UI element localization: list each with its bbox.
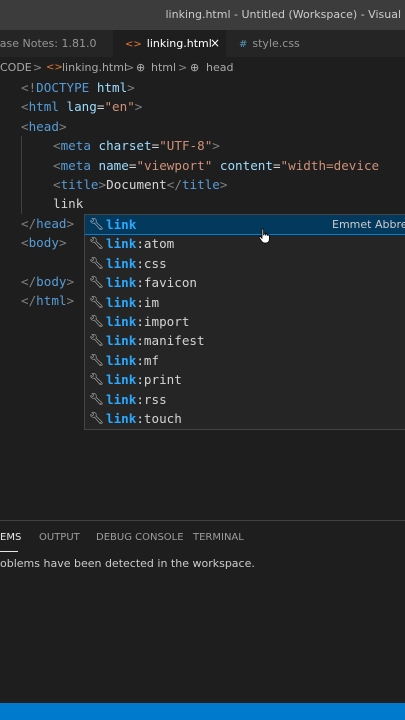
chevron-right-icon: > [33,61,43,74]
suggestion-item[interactable]: 🔧︎ link:manifest [85,331,405,350]
tab-label: linking.html [146,37,212,50]
code-line-5: <meta name="viewport" content="width=dev… [53,157,380,173]
suggestion-item[interactable]: 🔧︎ link:print [85,370,405,389]
tab-debug-console[interactable]: DEBUG CONSOLE [96,532,184,543]
panel-border [0,520,405,521]
wrench-icon: 🔧︎ [89,333,105,348]
suggestion-item[interactable]: 🔧︎ link:favicon [85,273,405,292]
code-line-6: <title>Document</title> [53,177,228,192]
suggestion-detail: Emmet Abbre [332,218,405,231]
code-line-11: </body> [21,274,75,289]
suggestion-item[interactable]: 🔧︎ link:im [85,293,405,312]
code-line-2: <html lang="en"> [21,99,143,115]
code-line-9: <body> [21,235,67,251]
tab-style-css[interactable]: # style.css [227,30,327,57]
tab-linking-html[interactable]: <> linking.html × [113,30,226,57]
html-file-icon: <> [46,62,63,73]
wrench-icon: 🔧︎ [89,391,105,406]
editor-tab-bar: ease Notes: 1.81.0 <> linking.html × # sty… [0,30,405,57]
wrench-icon: 🔧︎ [89,236,105,251]
wrench-icon: 🔧︎ [89,275,105,290]
suggestion-item[interactable]: 🔧︎ link:atom [85,234,405,253]
wrench-icon: 🔧︎ [89,217,105,231]
code-line-1: <!DOCTYPE html> [21,80,135,95]
html-file-icon: <> [125,39,142,50]
suggestion-item[interactable]: 🔧︎ link:css [85,254,405,273]
css-file-icon: # [239,39,248,50]
breadcrumb-folder[interactable]: CODE [0,57,32,78]
tab-label: style.css [252,37,300,50]
suggestion-item[interactable]: 🔧︎ link:mf [85,351,405,370]
wrench-icon: 🔧︎ [89,314,105,328]
wrench-icon: 🔧︎ [89,372,105,387]
element-icon: ⊕ [136,61,146,74]
suggestion-item[interactable]: 🔧︎ link:touch [85,409,405,428]
code-line-7: link [53,196,84,212]
tab-label: ease Notes: 1.81.0 [0,37,97,50]
suggestion-item[interactable]: 🔧︎ link:import [85,312,405,331]
status-bar [0,703,405,720]
suggestion-item[interactable]: 🔧︎ link Emmet Abbre [85,215,405,236]
suggestion-item[interactable]: 🔧︎ link:rss [85,390,405,409]
wrench-icon: 🔧︎ [89,255,105,270]
wrench-icon: 🔧︎ [89,352,105,367]
problems-message: oblems have been detected in the workspa… [0,557,255,570]
title-bar: linking.html - Untitled (Workspace) - Vi… [0,0,405,30]
chevron-right-icon: > [125,61,135,74]
tab-output[interactable]: OUTPUT [39,532,80,543]
breadcrumb-head[interactable]: head [206,57,233,78]
tab-terminal[interactable]: TERMINAL [193,532,244,543]
tab-problems[interactable]: EMS [0,532,21,543]
element-icon: ⊕ [190,61,200,74]
breadcrumb-file[interactable]: linking.html [62,57,127,78]
chevron-right-icon: > [178,61,188,74]
close-icon[interactable]: × [210,30,220,57]
tab-release-notes[interactable]: ease Notes: 1.81.0 [0,30,106,57]
wrench-icon: 🔧︎ [89,294,105,309]
breadcrumb-html[interactable]: html [151,57,176,78]
active-tab-indicator [0,551,18,552]
breadcrumb: CODE > <> linking.html > ⊕ html > ⊕ head [0,57,405,78]
code-line-4: <meta charset="UTF-8"> [53,138,220,154]
hand-cursor-icon [258,228,270,244]
code-line-8: </head> [21,215,75,231]
wrench-icon: 🔧︎ [89,411,105,425]
suggestion-widget: 🔧︎ link Emmet Abbre 🔧︎ link:atom 🔧︎ link… [84,214,405,430]
window-title: linking.html - Untitled (Workspace) - Vi… [165,8,402,21]
code-line-3: <head> [21,118,67,134]
code-line-12: </html> [21,293,75,309]
indent-guide [21,136,22,214]
